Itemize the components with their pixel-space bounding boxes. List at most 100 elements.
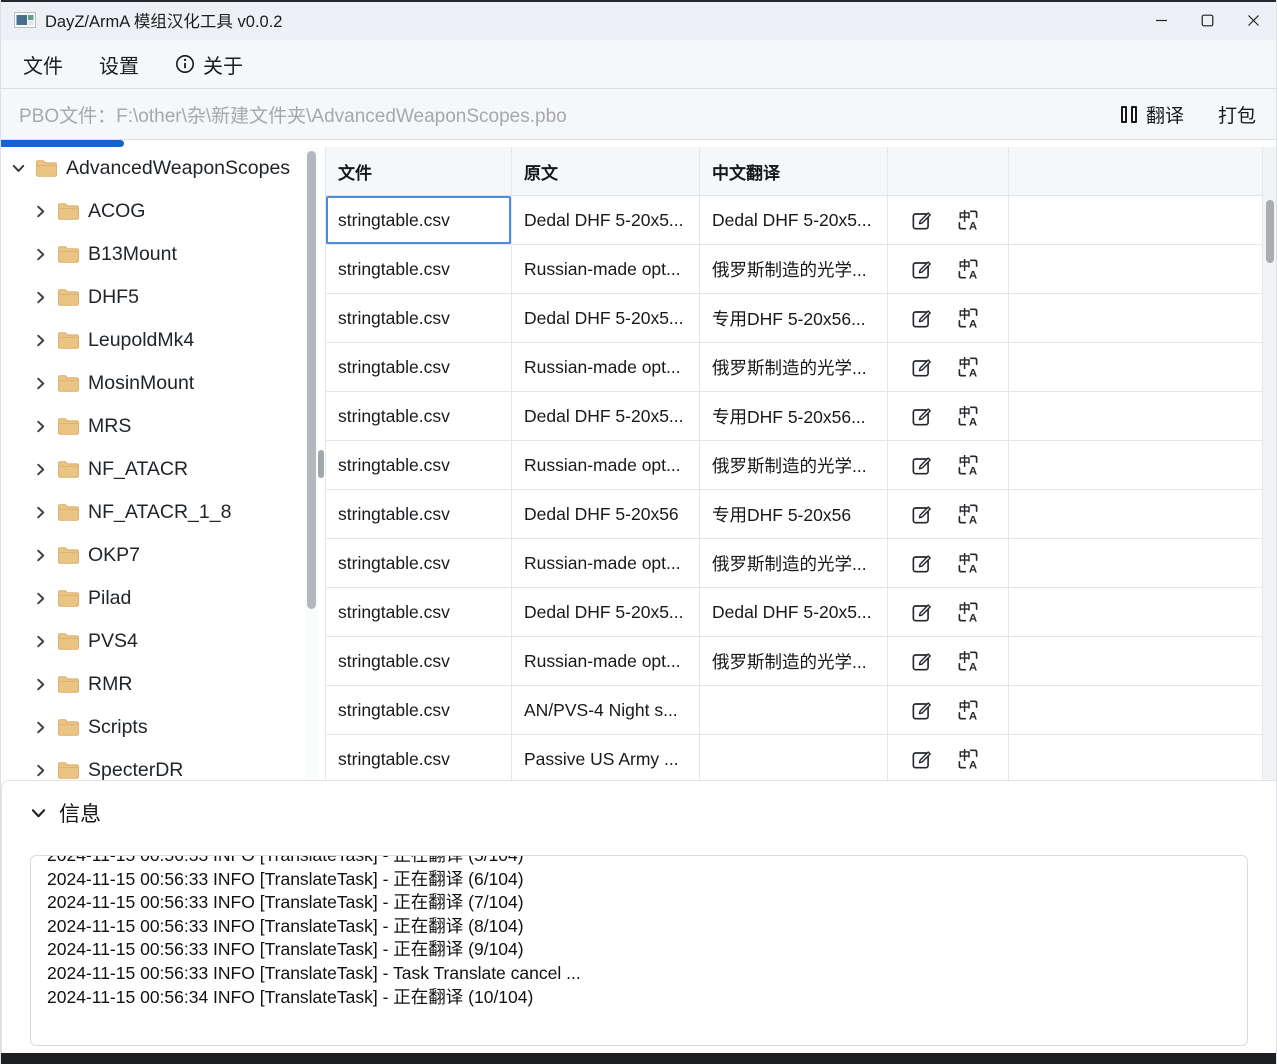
source-cell[interactable]: Russian-made opt... <box>512 245 700 294</box>
minimize-button[interactable] <box>1138 0 1184 40</box>
pack-button[interactable]: 打包 <box>1218 101 1256 128</box>
source-cell[interactable]: Dedal DHF 5-20x5... <box>512 588 700 637</box>
translation-cell[interactable]: 专用DHF 5-20x56... <box>700 392 888 441</box>
tree-folder-item[interactable]: Pilad <box>1 577 319 620</box>
source-cell[interactable]: Russian-made opt... <box>512 637 700 686</box>
file-cell[interactable]: stringtable.csv <box>326 441 512 490</box>
translation-cell[interactable]: Dedal DHF 5-20x5... <box>700 196 888 245</box>
edit-icon[interactable] <box>908 452 934 478</box>
source-cell[interactable]: Russian-made opt... <box>512 343 700 392</box>
edit-icon[interactable] <box>908 550 934 576</box>
translation-cell[interactable]: 专用DHF 5-20x56... <box>700 294 888 343</box>
tree-folder-item[interactable]: Scripts <box>1 706 319 749</box>
tree-folder-item[interactable]: ACOG <box>1 190 319 233</box>
edit-icon[interactable] <box>908 501 934 527</box>
tree-folder-item[interactable]: NF_ATACR <box>1 448 319 491</box>
file-cell[interactable]: stringtable.csv <box>326 735 512 780</box>
info-panel-header[interactable]: 信息 <box>29 798 101 828</box>
edit-icon[interactable] <box>908 746 934 772</box>
tree-folder-item[interactable]: DHF5 <box>1 276 319 319</box>
machine-translate-icon[interactable]: 中 A <box>955 403 981 429</box>
chevron-right-icon[interactable] <box>32 418 49 435</box>
edit-icon[interactable] <box>908 256 934 282</box>
translate-button[interactable]: 翻译 <box>1121 101 1184 128</box>
chevron-right-icon[interactable] <box>32 203 49 220</box>
source-cell[interactable]: Dedal DHF 5-20x5... <box>512 294 700 343</box>
tree-folder-item[interactable]: MosinMount <box>1 362 319 405</box>
chevron-right-icon[interactable] <box>32 246 49 263</box>
translation-cell[interactable]: 俄罗斯制造的光学... <box>700 441 888 490</box>
translation-cell[interactable]: 专用DHF 5-20x56 <box>700 490 888 539</box>
translation-cell[interactable] <box>700 686 888 735</box>
tree-folder-item[interactable]: SpecterDR <box>1 749 319 780</box>
col-header-file[interactable]: 文件 <box>326 147 512 196</box>
edit-icon[interactable] <box>908 599 934 625</box>
file-cell[interactable]: stringtable.csv <box>326 392 512 441</box>
col-header-source[interactable]: 原文 <box>512 147 700 196</box>
edit-icon[interactable] <box>908 648 934 674</box>
machine-translate-icon[interactable]: 中 A <box>955 207 981 233</box>
tree-folder-item[interactable]: LeupoldMk4 <box>1 319 319 362</box>
tree-folder-item[interactable]: NF_ATACR_1_8 <box>1 491 319 534</box>
source-cell[interactable]: Passive US Army ... <box>512 735 700 780</box>
chevron-right-icon[interactable] <box>32 547 49 564</box>
menu-file[interactable]: 文件 <box>23 50 63 79</box>
chevron-right-icon[interactable] <box>32 375 49 392</box>
file-cell[interactable]: stringtable.csv <box>326 294 512 343</box>
file-cell[interactable]: stringtable.csv <box>326 637 512 686</box>
source-cell[interactable]: AN/PVS-4 Night s... <box>512 686 700 735</box>
chevron-down-icon[interactable] <box>10 160 27 177</box>
table-scrollbar[interactable] <box>1262 147 1276 780</box>
source-cell[interactable]: Dedal DHF 5-20x56 <box>512 490 700 539</box>
edit-icon[interactable] <box>908 697 934 723</box>
machine-translate-icon[interactable]: 中 A <box>955 501 981 527</box>
edit-icon[interactable] <box>908 207 934 233</box>
chevron-right-icon[interactable] <box>32 590 49 607</box>
machine-translate-icon[interactable]: 中 A <box>955 697 981 723</box>
close-button[interactable] <box>1230 0 1276 40</box>
chevron-right-icon[interactable] <box>32 461 49 478</box>
machine-translate-icon[interactable]: 中 A <box>955 599 981 625</box>
edit-icon[interactable] <box>908 305 934 331</box>
col-header-translation[interactable]: 中文翻译 <box>700 147 888 196</box>
machine-translate-icon[interactable]: 中 A <box>955 648 981 674</box>
menu-about[interactable]: 关于 <box>175 50 243 79</box>
log-output[interactable]: 2024-11-15 00:56:33 INFO [TranslateTask]… <box>30 855 1248 1046</box>
chevron-right-icon[interactable] <box>32 332 49 349</box>
machine-translate-icon[interactable]: 中 A <box>955 550 981 576</box>
tree-root-item[interactable]: AdvancedWeaponScopes <box>1 147 319 190</box>
panel-splitter[interactable] <box>317 147 325 780</box>
tree-folder-item[interactable]: PVS4 <box>1 620 319 663</box>
tree-scrollbar-thumb[interactable] <box>307 151 316 609</box>
translation-cell[interactable]: 俄罗斯制造的光学... <box>700 539 888 588</box>
file-cell[interactable]: stringtable.csv <box>326 196 512 245</box>
machine-translate-icon[interactable]: 中 A <box>955 354 981 380</box>
translation-cell[interactable]: 俄罗斯制造的光学... <box>700 343 888 392</box>
translation-cell[interactable]: Dedal DHF 5-20x5... <box>700 588 888 637</box>
source-cell[interactable]: Dedal DHF 5-20x5... <box>512 196 700 245</box>
tree-folder-item[interactable]: OKP7 <box>1 534 319 577</box>
splitter-grip[interactable] <box>318 450 324 478</box>
machine-translate-icon[interactable]: 中 A <box>955 256 981 282</box>
edit-icon[interactable] <box>908 403 934 429</box>
file-cell[interactable]: stringtable.csv <box>326 343 512 392</box>
file-cell[interactable]: stringtable.csv <box>326 588 512 637</box>
tree-folder-item[interactable]: MRS <box>1 405 319 448</box>
chevron-right-icon[interactable] <box>32 762 49 779</box>
source-cell[interactable]: Russian-made opt... <box>512 539 700 588</box>
chevron-right-icon[interactable] <box>32 289 49 306</box>
file-cell[interactable]: stringtable.csv <box>326 245 512 294</box>
translation-cell[interactable]: 俄罗斯制造的光学... <box>700 245 888 294</box>
tree-folder-item[interactable]: RMR <box>1 663 319 706</box>
file-cell[interactable]: stringtable.csv <box>326 539 512 588</box>
table-scrollbar-thumb[interactable] <box>1266 200 1274 263</box>
chevron-right-icon[interactable] <box>32 633 49 650</box>
machine-translate-icon[interactable]: 中 A <box>955 305 981 331</box>
machine-translate-icon[interactable]: 中 A <box>955 746 981 772</box>
chevron-right-icon[interactable] <box>32 676 49 693</box>
chevron-right-icon[interactable] <box>32 719 49 736</box>
translation-cell[interactable] <box>700 735 888 780</box>
maximize-button[interactable] <box>1184 0 1230 40</box>
source-cell[interactable]: Russian-made opt... <box>512 441 700 490</box>
chevron-right-icon[interactable] <box>32 504 49 521</box>
